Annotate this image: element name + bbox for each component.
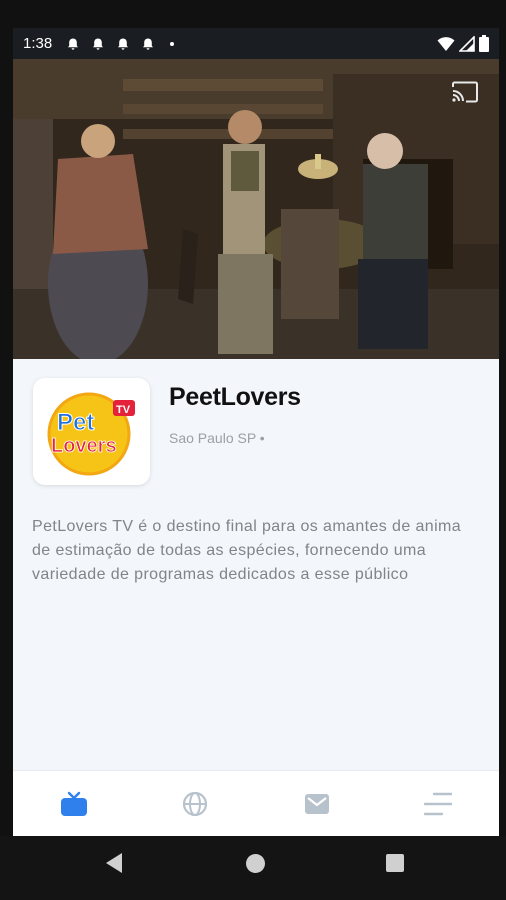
bell-icon xyxy=(93,38,104,50)
petlovers-logo-image: Pet Lovers TV xyxy=(47,392,135,475)
status-bar: 1:38 xyxy=(13,28,499,59)
bell-icon xyxy=(143,38,154,50)
status-right-icons xyxy=(437,35,489,52)
app-screen: 1:38 Pet Lovers TV PeetLovers Sao Paulo … xyxy=(13,28,499,836)
signal-icon xyxy=(459,35,475,52)
home-button[interactable] xyxy=(246,854,265,873)
channel-location: Sao Paulo SP • xyxy=(169,430,265,446)
cast-icon[interactable] xyxy=(451,81,479,103)
logo-text-lovers: Lovers xyxy=(51,435,117,457)
tv-icon xyxy=(60,791,87,816)
back-icon[interactable] xyxy=(104,852,124,874)
more-notifications-dot xyxy=(170,41,175,46)
recent-apps-button[interactable] xyxy=(386,854,404,872)
bottom-navigation xyxy=(13,770,499,836)
logo-badge-tv: TV xyxy=(116,404,131,416)
channel-logo: Pet Lovers TV xyxy=(33,378,150,485)
notification-icons xyxy=(66,37,175,51)
channel-description: PetLovers TV é o destino final para os a… xyxy=(32,518,462,583)
status-time: 1:38 xyxy=(23,35,53,52)
video-frame-image xyxy=(13,59,499,359)
bell-icon xyxy=(118,38,129,50)
nav-tab-messages[interactable] xyxy=(256,771,378,836)
battery-icon xyxy=(479,35,489,52)
nav-tab-tv[interactable] xyxy=(13,771,135,836)
logo-text-pet: Pet xyxy=(57,409,94,436)
menu-lines-icon xyxy=(424,792,453,816)
globe-icon xyxy=(183,791,208,817)
nav-tab-explore[interactable] xyxy=(135,771,257,836)
nav-tab-menu[interactable] xyxy=(378,771,500,836)
mail-icon xyxy=(304,794,329,814)
wifi-icon xyxy=(437,36,455,51)
video-player[interactable] xyxy=(13,59,499,359)
channel-title: PeetLovers xyxy=(169,383,301,411)
bell-icon xyxy=(68,38,79,50)
